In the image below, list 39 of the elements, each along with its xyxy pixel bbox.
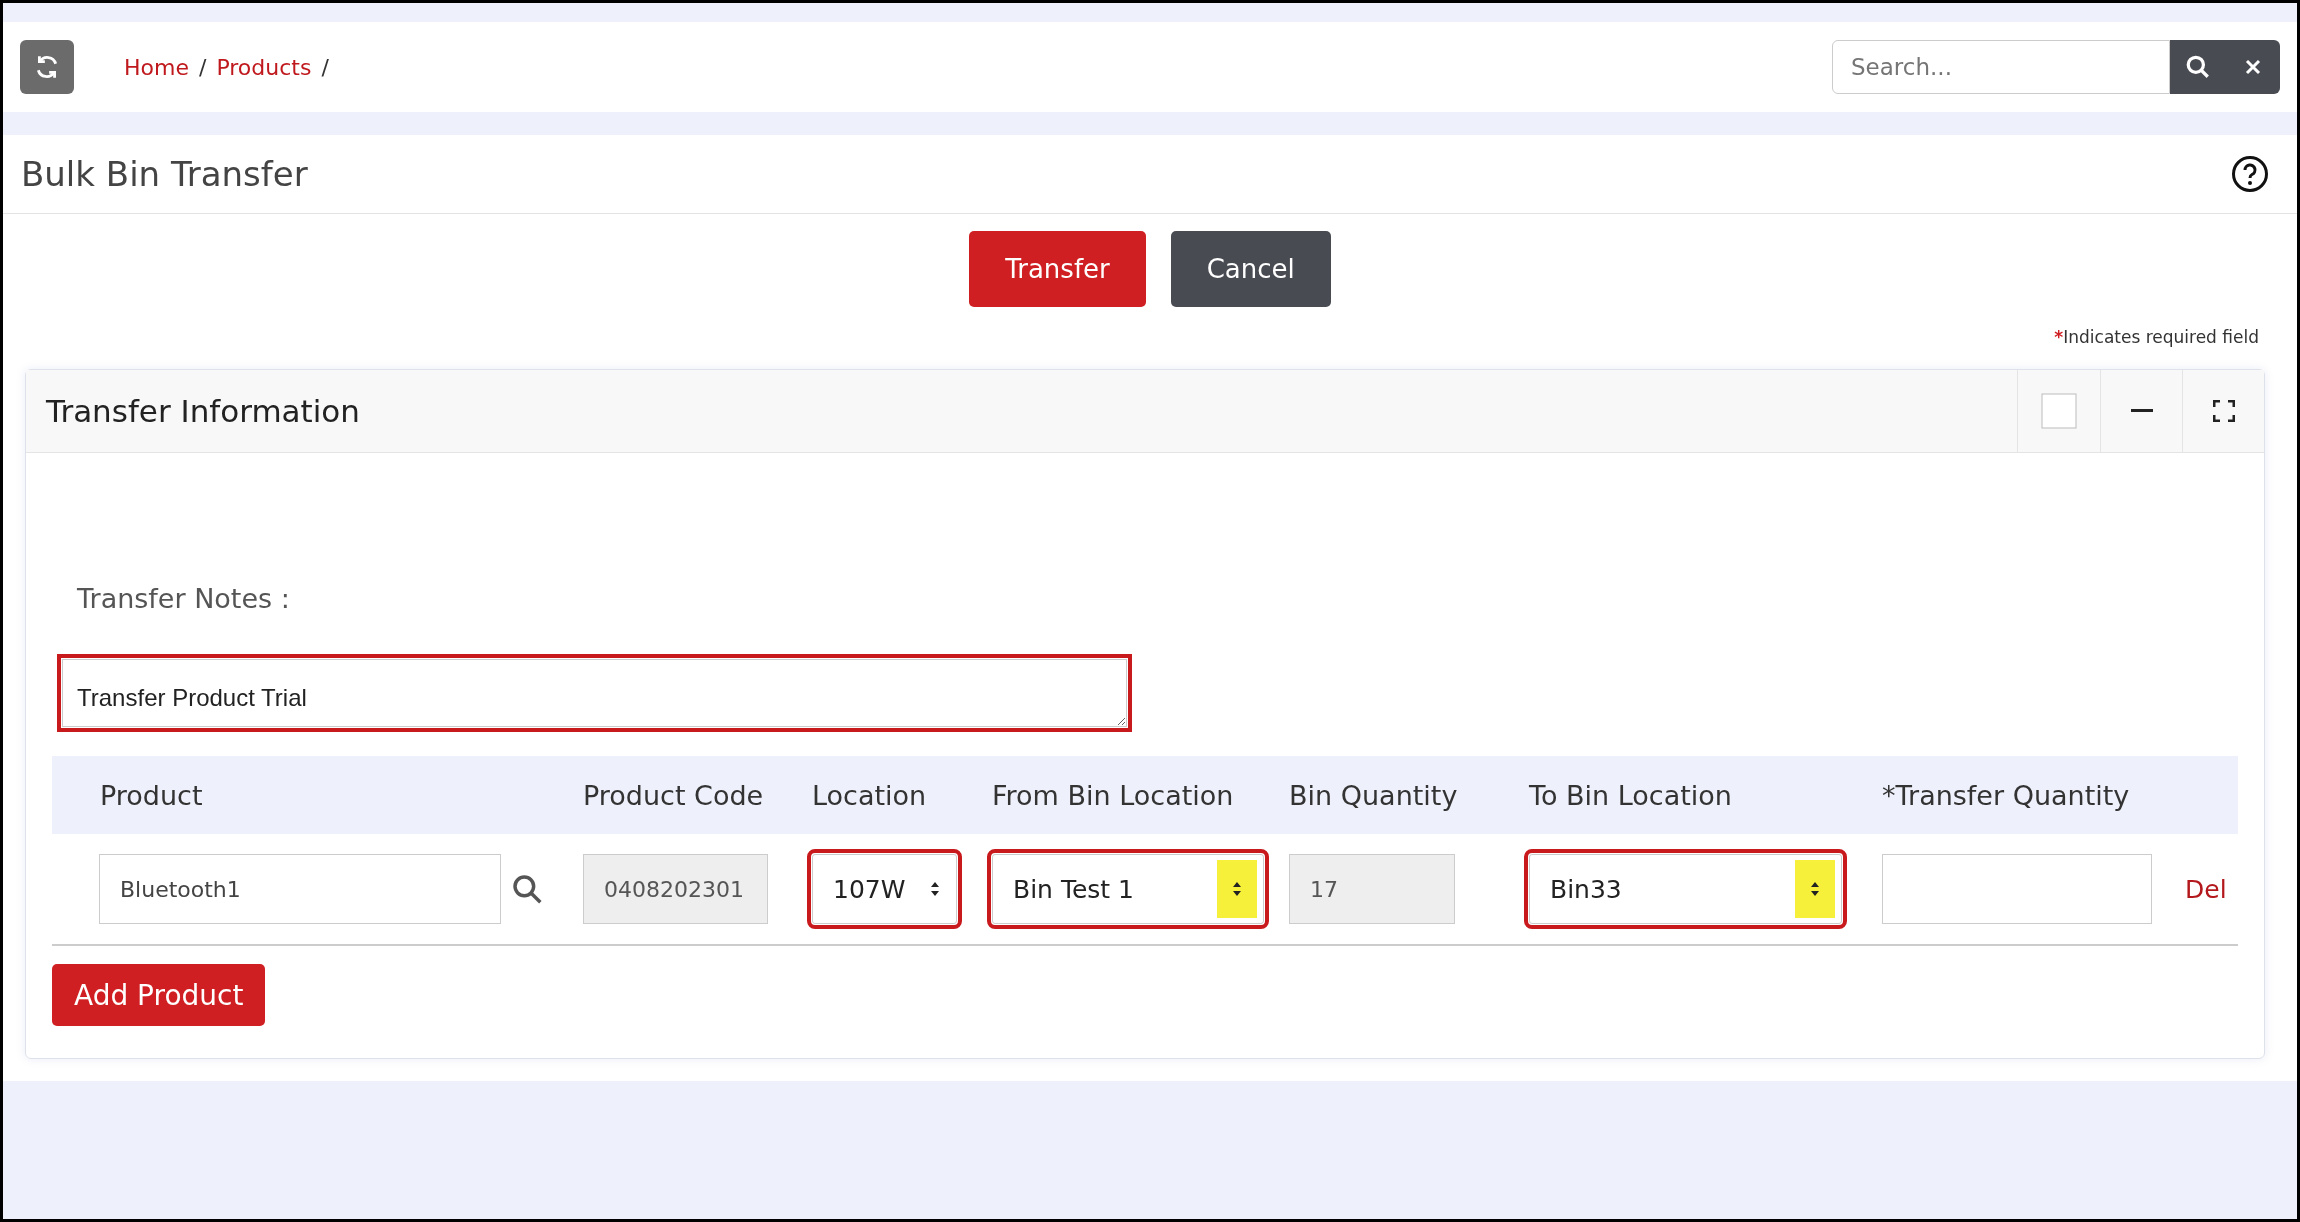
minus-icon[interactable] (2130, 409, 2153, 413)
notes-label: Transfer Notes : (77, 583, 291, 614)
column-header: Product (99, 779, 204, 811)
search-icon[interactable] (2184, 54, 2211, 80)
notes-field[interactable]: Transfer Product Trial (57, 654, 1132, 732)
search-button[interactable] (2170, 40, 2225, 94)
product-field[interactable]: Bluetooth1 (99, 854, 501, 924)
breadcrumb-separator: / (321, 54, 329, 80)
column-header: *Transfer Quantity (1882, 779, 2131, 811)
select-value: Bin Test 1 (1013, 874, 1134, 904)
column-header: From Bin Location (992, 779, 1235, 811)
column-header: To Bin Location (1529, 779, 1733, 811)
refresh-button[interactable] (20, 40, 74, 94)
select-value: 107W (833, 874, 906, 904)
breadcrumb-separator: / (198, 54, 207, 80)
card-title: Transfer Information (46, 393, 360, 429)
quantity-field: 17 (1289, 854, 1455, 924)
transfer-quantity-field[interactable] (1882, 854, 2152, 924)
column-header: Location (812, 779, 928, 811)
close-icon[interactable] (2243, 58, 2262, 76)
search-field[interactable]: Search... (1832, 40, 2170, 94)
submit-button[interactable]: Transfer (969, 231, 1146, 307)
column-header: Product Code (583, 779, 765, 811)
column-header: Bin Quantity (1289, 779, 1459, 811)
refresh-icon[interactable] (34, 54, 60, 80)
clear-button[interactable] (2225, 40, 2280, 94)
select-value: Bin33 (1550, 874, 1622, 904)
breadcrumb-link[interactable]: Products (216, 54, 312, 80)
code-field: 0408202301 (583, 854, 768, 924)
delete-link[interactable]: Del (2185, 874, 2238, 904)
checkbox[interactable] (2041, 393, 2077, 429)
page-title: Bulk Bin Transfer (21, 154, 308, 194)
help-icon[interactable] (2231, 155, 2269, 193)
required-note: *Indicates required field (2053, 327, 2260, 347)
fullscreen-icon[interactable] (2212, 400, 2235, 422)
breadcrumb-link[interactable]: Home (124, 54, 189, 80)
cancel-button[interactable]: Cancel (1170, 231, 1331, 307)
add-product-button[interactable]: Add Product (52, 964, 266, 1026)
search-icon[interactable] (511, 873, 543, 905)
